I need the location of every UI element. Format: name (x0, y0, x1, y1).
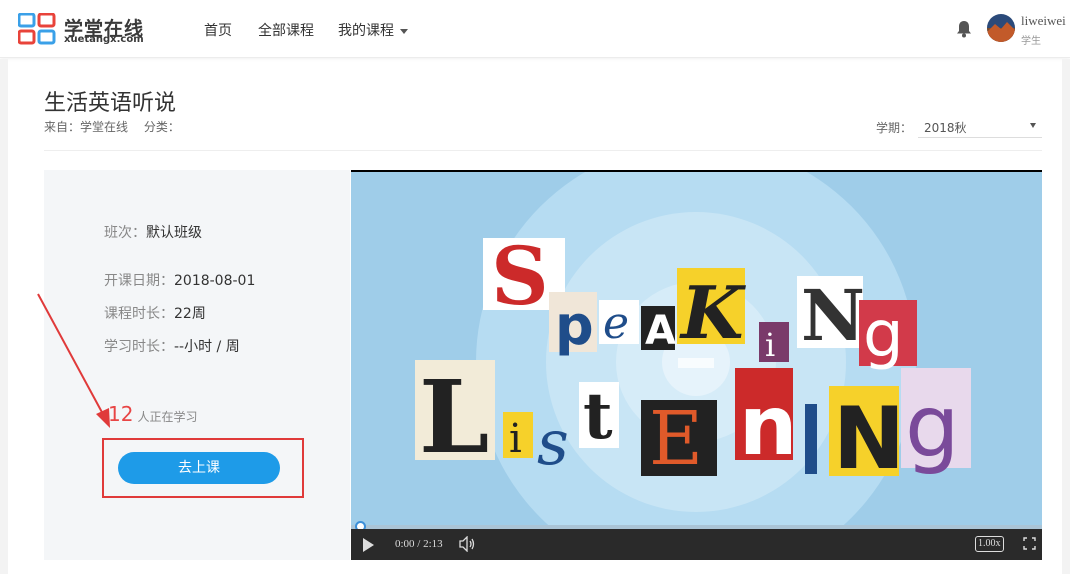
top-header: 学堂在线 xuetangx.com 首页 全部课程 我的课程 liweiwei … (0, 0, 1070, 58)
go-to-class-button[interactable]: 去上课 (118, 452, 280, 484)
header-divider (44, 150, 1042, 151)
video-time: 0:00 / 2:13 (395, 538, 443, 550)
svg-text:n: n (739, 379, 797, 474)
fullscreen-icon[interactable] (1023, 537, 1036, 550)
user-name[interactable]: liweiwei (1021, 13, 1066, 29)
info-start-value: 2018-08-01 (174, 273, 256, 289)
video-poster: S p e A K i N g L i s t E n N g (351, 172, 1042, 527)
nav-home[interactable]: 首页 (204, 20, 232, 40)
svg-text:E: E (649, 396, 703, 482)
volume-icon[interactable] (458, 536, 476, 552)
svg-text:g: g (863, 298, 904, 372)
info-start-date: 开课日期：2018-08-01 (104, 270, 255, 290)
info-start-label: 开课日期： (104, 273, 174, 289)
avatar-image (987, 14, 1015, 42)
svg-text:p: p (555, 294, 594, 357)
play-icon[interactable] (363, 538, 374, 552)
info-class: 班次：默认班级 (104, 222, 202, 242)
nav-all-courses[interactable]: 全部课程 (258, 20, 314, 40)
svg-text:A: A (645, 308, 676, 354)
learning-text: 人正在学习 (137, 410, 198, 424)
info-study-value: --小时 / 周 (174, 339, 240, 355)
svg-text:g: g (905, 377, 960, 477)
avatar[interactable] (987, 14, 1015, 42)
chevron-down-icon (400, 28, 408, 34)
info-study-time: 学习时长：--小时 / 周 (104, 336, 240, 356)
video-controls: 0:00 / 2:13 1.00x (351, 529, 1042, 560)
svg-text:N: N (801, 274, 865, 357)
logo-icon (18, 13, 56, 45)
video-player[interactable]: S p e A K i N g L i s t E n N g (351, 170, 1042, 560)
svg-text:L: L (419, 358, 489, 476)
course-meta: 来自：学堂在线 分类： (44, 118, 192, 135)
svg-text:i: i (509, 416, 522, 462)
annotation-arrow-icon (37, 293, 110, 428)
info-class-label: 班次： (104, 225, 146, 241)
svg-text:s: s (537, 406, 569, 479)
chevron-down-icon (1030, 123, 1036, 128)
svg-text:e: e (603, 298, 629, 349)
svg-text:N: N (833, 389, 905, 489)
term-select-value: 2018秋 (924, 121, 967, 135)
svg-text:t: t (583, 379, 613, 454)
learning-status: 12 人正在学习 (108, 402, 197, 426)
page-edge-left (0, 59, 8, 574)
term-select[interactable]: 2018秋 (918, 116, 1042, 138)
page-edge-right (1062, 59, 1070, 574)
nav-my-courses[interactable]: 我的课程 (338, 20, 408, 40)
info-duration-value: 22周 (174, 306, 206, 322)
playback-speed-button[interactable]: 1.00x (975, 536, 1004, 552)
svg-text:K: K (679, 270, 746, 355)
svg-text:i: i (765, 326, 775, 364)
course-source: 来自：学堂在线 (44, 120, 129, 134)
bell-icon[interactable] (956, 20, 972, 38)
course-title: 生活英语听说 (44, 91, 177, 116)
user-role: 学生 (1021, 36, 1041, 47)
site-logo[interactable]: 学堂在线 xuetangx.com (18, 13, 146, 47)
logo-subtitle: xuetangx.com (64, 34, 144, 45)
info-class-value: 默认班级 (146, 225, 202, 241)
nav-my-courses-label: 我的课程 (338, 23, 394, 39)
course-category: 分类： (143, 120, 180, 134)
term-label: 学期： (876, 121, 913, 135)
svg-text:S: S (491, 229, 549, 323)
